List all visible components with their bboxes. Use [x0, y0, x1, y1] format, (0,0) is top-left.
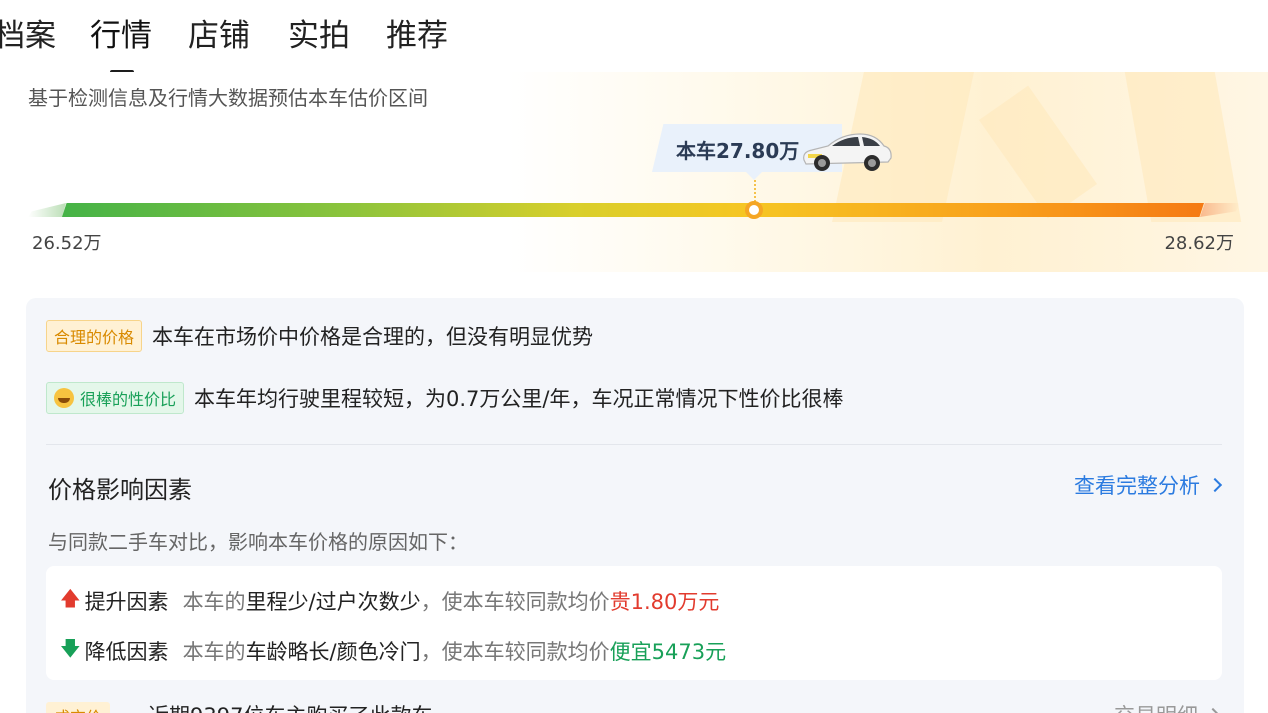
factor-down-prefix: 本车的	[182, 640, 246, 664]
factor-up-prefix: 本车的	[182, 590, 246, 614]
value-evaluation-row: 很棒的性价比 本车年均行驶里程较短，为0.7万公里/年，车况正常情况下性价比很棒	[46, 382, 844, 414]
chevron-right-icon	[1207, 477, 1223, 493]
deal-text: 近期9397位车主购买了此款车	[148, 700, 432, 713]
value-tag-label: 很棒的性价比	[80, 390, 177, 409]
tab-market[interactable]: 行情	[90, 14, 152, 58]
price-evaluation-row: 合理的价格 本车在市场价中价格是合理的，但没有明显优势	[46, 320, 593, 352]
tab-bar: 档案 行情 店铺 实拍 推荐	[0, 14, 600, 75]
factor-down-label: 降低因素	[84, 640, 169, 664]
factor-down-row: 🡇 降低因素 本车的 车龄略长/颜色冷门 ，使本车较同款均价 便宜5473元	[60, 634, 726, 668]
deal-tag: 成交价	[46, 702, 111, 713]
divider	[46, 444, 1222, 445]
callout-arrow	[746, 172, 762, 180]
factor-down-reason: 车龄略长/颜色冷门	[245, 640, 421, 664]
tab-archive[interactable]: 档案	[0, 14, 56, 58]
marker-connector	[754, 180, 756, 202]
full-analysis-label: 查看完整分析	[1074, 474, 1200, 498]
factor-down-result: 便宜5473元	[609, 640, 727, 664]
price-tag: 合理的价格	[46, 320, 143, 352]
range-max-label: 28.62万	[1164, 233, 1234, 254]
smile-icon	[54, 388, 74, 408]
value-desc: 本车年均行驶里程较短，为0.7万公里/年，车况正常情况下性价比很棒	[194, 387, 844, 411]
chevron-right-icon	[1205, 707, 1221, 713]
range-min-label: 26.52万	[32, 233, 102, 254]
analysis-card: 合理的价格 本车在市场价中价格是合理的，但没有明显优势 很棒的性价比 本车年均行…	[26, 298, 1244, 713]
factor-up-mid: ，使本车较同款均价	[420, 590, 610, 614]
deal-detail-label: 交易明细	[1114, 700, 1198, 713]
tab-store[interactable]: 店铺	[188, 14, 250, 58]
car-price-marker	[745, 201, 763, 219]
price-range-bar	[28, 203, 1240, 217]
factor-up-row: 🡅 提升因素 本车的 里程少/过户次数少 ，使本车较同款均价 贵1.80万元	[60, 584, 719, 618]
range-cap-left	[28, 203, 66, 217]
hero-subtitle: 基于检测信息及行情大数据预估本车估价区间	[28, 86, 428, 110]
arrow-down-icon: 🡇	[60, 636, 81, 660]
tab-recommend[interactable]: 推荐	[386, 14, 448, 58]
tab-photos[interactable]: 实拍	[288, 14, 350, 58]
factor-up-result: 贵1.80万元	[609, 590, 720, 614]
car-price-callout: 本车27.80万	[652, 124, 906, 180]
factor-up-label: 提升因素	[84, 590, 169, 614]
range-gradient	[62, 203, 1204, 217]
price-desc: 本车在市场价中价格是合理的，但没有明显优势	[152, 325, 594, 349]
deal-detail-link[interactable]: 交易明细	[1114, 700, 1221, 713]
range-cap-right	[1200, 203, 1240, 217]
full-analysis-link[interactable]: 查看完整分析	[1074, 470, 1223, 500]
factor-up-reason: 里程少/过户次数少	[245, 590, 421, 614]
car-icon	[803, 133, 892, 171]
factors-box: 🡅 提升因素 本车的 里程少/过户次数少 ，使本车较同款均价 贵1.80万元 🡇…	[46, 566, 1222, 680]
arrow-up-icon: 🡅	[60, 586, 81, 610]
car-price: 本车27.80万	[676, 139, 800, 163]
factor-down-mid: ，使本车较同款均价	[420, 640, 610, 664]
factors-subtitle: 与同款二手车对比，影响本车价格的原因如下：	[48, 530, 468, 554]
deal-row: 成交价 近期9397位车主购买了此款车 交易明细	[46, 698, 1222, 713]
factors-title: 价格影响因素	[48, 476, 192, 504]
value-tag: 很棒的性价比	[46, 382, 185, 414]
